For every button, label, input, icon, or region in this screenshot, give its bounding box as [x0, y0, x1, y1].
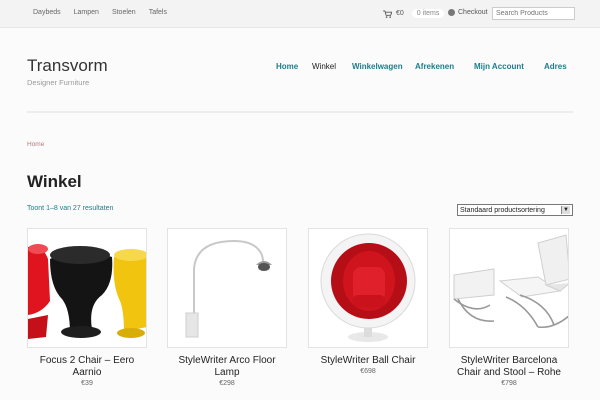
category-link-daybeds[interactable]: Daybeds	[33, 9, 61, 16]
header-divider	[27, 111, 573, 113]
category-link-stoelen[interactable]: Stoelen	[112, 9, 136, 16]
nav-item-winkelwagen[interactable]: Winkelwagen	[352, 62, 403, 71]
result-count: Toont 1–8 van 27 resultaten	[27, 205, 114, 212]
nav-item-winkel[interactable]: Winkel	[312, 62, 336, 71]
arco-lamp-image	[185, 239, 272, 338]
barcelona-chair-image	[453, 234, 568, 329]
chevron-down-icon: ▼	[561, 206, 570, 214]
category-link-lampen[interactable]: Lampen	[74, 9, 99, 16]
product-card[interactable]: StyleWriter Ball Chair €698	[308, 228, 428, 375]
category-nav: Daybeds Lampen Stoelen Tafels	[33, 9, 167, 16]
product-image[interactable]	[167, 228, 287, 348]
checkout-label: Checkout	[458, 9, 488, 16]
focus-chair-image	[28, 244, 146, 339]
top-bar: Daybeds Lampen Stoelen Tafels €0 0 items…	[0, 0, 600, 28]
cart-item-count: 0 items	[411, 9, 445, 18]
product-image[interactable]	[449, 228, 569, 348]
product-image[interactable]	[308, 228, 428, 348]
checkout-link[interactable]: Checkout	[448, 9, 488, 16]
nav-item-afrekenen[interactable]: Afrekenen	[415, 62, 454, 71]
category-link-tafels[interactable]: Tafels	[149, 9, 167, 16]
cart-icon	[383, 9, 392, 18]
page-title: Winkel	[27, 172, 82, 191]
checkout-icon	[448, 9, 455, 16]
product-image[interactable]	[27, 228, 147, 348]
product-name[interactable]: StyleWriter Barcelona Chair and Stool – …	[449, 355, 569, 379]
product-name[interactable]: StyleWriter Ball Chair	[308, 355, 428, 367]
product-name[interactable]: StyleWriter Arco Floor Lamp	[167, 355, 287, 379]
breadcrumb[interactable]: Home	[27, 141, 44, 148]
nav-item-adres[interactable]: Adres	[544, 62, 567, 71]
product-price: €698	[360, 368, 376, 375]
product-card[interactable]: Focus 2 Chair – Eero Aarnio €39	[27, 228, 147, 387]
product-card[interactable]: StyleWriter Arco Floor Lamp €298	[167, 228, 287, 387]
product-price: €298	[219, 380, 235, 387]
search-input[interactable]	[492, 7, 575, 20]
nav-item-home[interactable]: Home	[276, 62, 298, 71]
product-card[interactable]: StyleWriter Barcelona Chair and Stool – …	[449, 228, 569, 387]
ball-chair-image	[320, 233, 416, 342]
site-tagline: Designer Furniture	[27, 78, 90, 87]
main-nav: Home Winkel Winkelwagen Afrekenen Mijn A…	[0, 62, 600, 74]
sort-select[interactable]: Standaard productsortering ▼	[457, 204, 573, 216]
product-price: €39	[81, 380, 93, 387]
sort-selected-value: Standaard productsortering	[460, 206, 545, 214]
product-name[interactable]: Focus 2 Chair – Eero Aarnio	[27, 355, 147, 379]
product-price: €798	[501, 380, 517, 387]
cart-total: €0	[396, 10, 404, 17]
mini-cart[interactable]: €0 0 items	[383, 9, 445, 18]
nav-item-mijn-account[interactable]: Mijn Account	[474, 62, 524, 71]
